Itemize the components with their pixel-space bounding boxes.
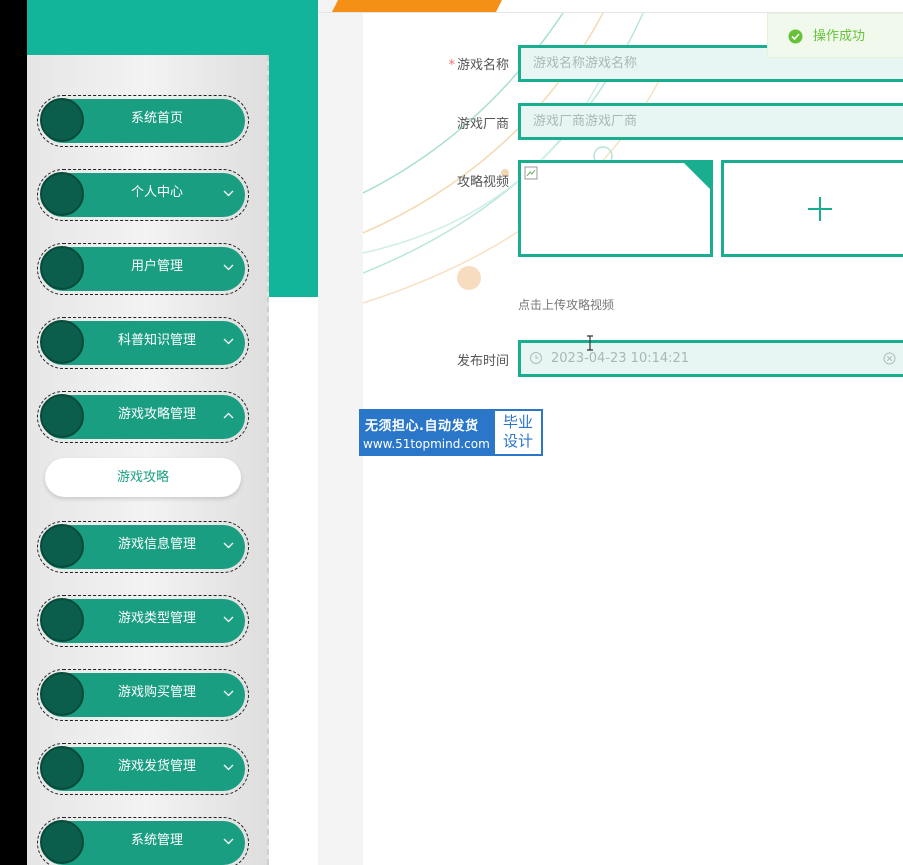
plus-icon — [808, 197, 832, 221]
sidebar-item-science-knowledge[interactable]: 科普知识管理 — [37, 317, 249, 369]
menu-bullet-icon — [40, 524, 84, 568]
sidebar-item-label: 游戏购买管理 — [117, 685, 196, 700]
success-check-icon — [788, 29, 803, 44]
sidebar-item-personal-center[interactable]: 个人中心 — [37, 169, 249, 221]
content-gutter — [318, 0, 363, 865]
chevron-down-icon — [223, 318, 234, 364]
sidebar-item-label: 游戏信息管理 — [117, 537, 196, 552]
menu-bullet-icon — [40, 246, 84, 290]
menu-bullet-icon — [40, 820, 84, 864]
sidebar-item-game-type[interactable]: 游戏类型管理 — [37, 595, 249, 647]
sidebar-item-game-guide-management[interactable]: 游戏攻略管理 — [37, 391, 249, 443]
menu-bullet-icon — [40, 746, 84, 790]
watermark-left: 无须担心.自动发货 www.51topmind.com — [361, 411, 495, 454]
vendor-label: 游戏厂商 — [456, 117, 509, 132]
watermark-badge: 无须担心.自动发货 www.51topmind.com 毕业 设计 — [359, 409, 543, 456]
video-upload-button[interactable] — [721, 160, 903, 257]
sidebar-menu: 系统首页 个人中心 用户管理 科普知识管理 游戏攻略管理 游戏攻略 游戏信息管理… — [27, 55, 269, 865]
chevron-down-icon — [223, 244, 234, 290]
chevron-down-icon — [223, 818, 234, 864]
sidebar-item-game-purchase[interactable]: 游戏购买管理 — [37, 669, 249, 721]
sidebar-subitem-game-guide[interactable]: 游戏攻略 — [45, 458, 241, 497]
chevron-down-icon — [223, 744, 234, 790]
sidebar-item-home[interactable]: 系统首页 — [37, 95, 249, 147]
sidebar-item-user-management[interactable]: 用户管理 — [37, 243, 249, 295]
sidebar-item-label: 游戏攻略管理 — [117, 407, 196, 422]
watermark-right: 毕业 设计 — [495, 411, 541, 454]
watermark-line1: 无须担心.自动发货 — [365, 419, 479, 434]
watermark-right-line2: 设计 — [502, 432, 533, 450]
required-mark: * — [448, 58, 455, 73]
clear-icon[interactable] — [883, 352, 896, 365]
video-corner-marker — [684, 163, 710, 189]
sidebar-item-label: 游戏发货管理 — [117, 759, 196, 774]
sidebar-item-label: 个人中心 — [130, 185, 183, 200]
broken-image-icon — [524, 166, 538, 180]
chevron-up-icon — [223, 392, 234, 438]
chevron-down-icon — [223, 522, 234, 568]
game-name-label: * 游戏名称 — [363, 54, 509, 73]
watermark-line2: www.51topmind.com — [363, 437, 490, 451]
chevron-down-icon — [223, 170, 234, 216]
publish-time-label: 发布时间 — [456, 354, 509, 369]
active-tab-indicator — [332, 0, 502, 12]
menu-bullet-icon — [40, 172, 84, 216]
publish-time-value: 2023-04-23 10:14:21 — [551, 351, 690, 366]
menu-bullet-icon — [40, 394, 84, 438]
menu-bullet-icon — [40, 320, 84, 364]
watermark-right-line1: 毕业 — [502, 413, 533, 431]
sidebar-item-label: 系统首页 — [130, 111, 183, 126]
sidebar-item-label: 游戏类型管理 — [117, 611, 196, 626]
sidebar-item-label: 用户管理 — [130, 259, 183, 274]
game-name-label-text: 游戏名称 — [456, 58, 509, 73]
menu-bullet-icon — [40, 598, 84, 642]
upload-hint-text: 点击上传攻略视频 — [518, 298, 615, 312]
publish-time-picker[interactable]: 2023-04-23 10:14:21 — [518, 340, 903, 377]
menu-bullet-icon — [40, 672, 84, 716]
success-toast: 操作成功 — [767, 13, 903, 58]
sidebar-item-label: 科普知识管理 — [117, 333, 196, 348]
video-label: 攻略视频 — [456, 175, 509, 190]
chevron-down-icon — [223, 670, 234, 716]
text-cursor-icon — [587, 335, 593, 351]
sidebar-item-game-shipping[interactable]: 游戏发货管理 — [37, 743, 249, 795]
chevron-down-icon — [223, 596, 234, 642]
vendor-input[interactable]: 游戏厂商游戏厂商 — [518, 103, 903, 140]
window-edge — [0, 0, 27, 865]
clock-icon — [530, 352, 542, 364]
sidebar-item-system-management[interactable]: 系统管理 — [37, 817, 249, 865]
sidebar-item-label: 系统管理 — [130, 833, 183, 848]
menu-bullet-icon — [40, 98, 84, 142]
toast-message: 操作成功 — [813, 29, 866, 44]
video-preview[interactable] — [518, 160, 713, 257]
sidebar-item-game-info[interactable]: 游戏信息管理 — [37, 521, 249, 573]
